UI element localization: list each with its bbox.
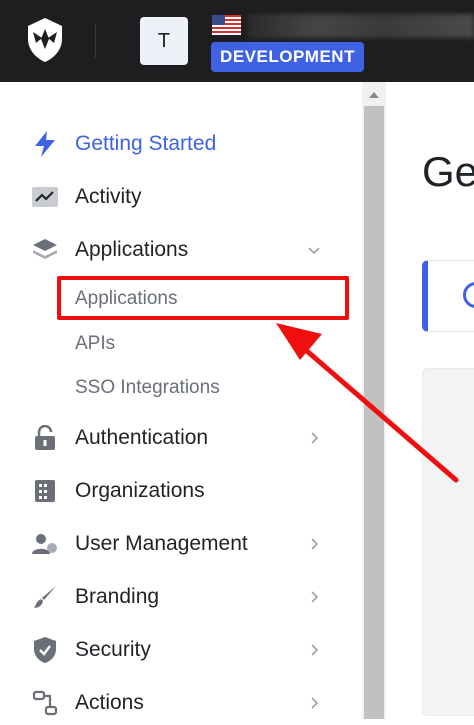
sidebar-scrollbar[interactable] (362, 82, 386, 719)
chevron-right-icon[interactable] (306, 642, 322, 658)
sidebar-subitem-sso-integrations[interactable]: SSO Integrations (75, 377, 220, 399)
preview-card (422, 368, 474, 716)
sidebar-item-user-management[interactable]: User Management (0, 522, 362, 566)
main-content: Ge (386, 82, 474, 719)
sidebar-item-label: Organizations (75, 479, 205, 503)
sidebar-item-activity[interactable]: Activity (0, 175, 362, 219)
lock-icon (30, 423, 60, 453)
sidebar: Getting Started Activity Applications Ap… (0, 82, 362, 719)
sidebar-item-label: Authentication (75, 426, 208, 450)
layers-icon (30, 235, 60, 265)
users-icon (30, 529, 60, 559)
scroll-up-arrow-icon[interactable] (362, 84, 386, 106)
activity-chart-icon (30, 182, 60, 212)
header-divider (95, 24, 96, 58)
chevron-right-icon[interactable] (306, 430, 322, 446)
sidebar-item-label: Branding (75, 585, 159, 609)
sidebar-item-applications[interactable]: Applications (0, 228, 362, 272)
chevron-right-icon[interactable] (306, 695, 322, 711)
sidebar-item-organizations[interactable]: Organizations (0, 469, 362, 513)
annotation-highlight-box (57, 276, 349, 320)
chevron-down-icon[interactable] (306, 242, 322, 258)
sidebar-subitem-apis[interactable]: APIs (75, 333, 115, 355)
sidebar-item-authentication[interactable]: Authentication (0, 416, 362, 460)
auth0-logo-icon[interactable] (25, 17, 65, 63)
chevron-right-icon[interactable] (306, 589, 322, 605)
sidebar-item-getting-started[interactable]: Getting Started (0, 122, 362, 166)
sidebar-item-security[interactable]: Security (0, 628, 362, 672)
actions-flow-icon (30, 688, 60, 718)
shield-check-icon (30, 635, 60, 665)
scrollbar-thumb[interactable] (364, 106, 384, 719)
sidebar-item-label: Security (75, 638, 151, 662)
chevron-right-icon[interactable] (306, 536, 322, 552)
tenant-avatar[interactable]: T (140, 17, 188, 65)
tenant-initial: T (158, 30, 170, 53)
sidebar-item-label: Applications (75, 238, 188, 262)
page-title: Ge (422, 148, 474, 196)
info-icon (462, 281, 474, 309)
us-flag-icon (212, 15, 241, 35)
sidebar-item-label: Activity (75, 185, 142, 209)
sidebar-item-actions[interactable]: Actions (0, 681, 362, 725)
lightning-icon (30, 129, 60, 159)
sidebar-item-label: Actions (75, 691, 144, 715)
info-banner (422, 260, 474, 332)
redacted-tenant-name (248, 14, 474, 38)
environment-badge[interactable]: DEVELOPMENT (211, 42, 364, 72)
top-bar: T DEVELOPMENT (0, 0, 474, 82)
building-icon (30, 476, 60, 506)
sidebar-item-branding[interactable]: Branding (0, 575, 362, 619)
paintbrush-icon (30, 582, 60, 612)
sidebar-item-label: User Management (75, 532, 248, 556)
sidebar-item-label: Getting Started (75, 132, 216, 156)
